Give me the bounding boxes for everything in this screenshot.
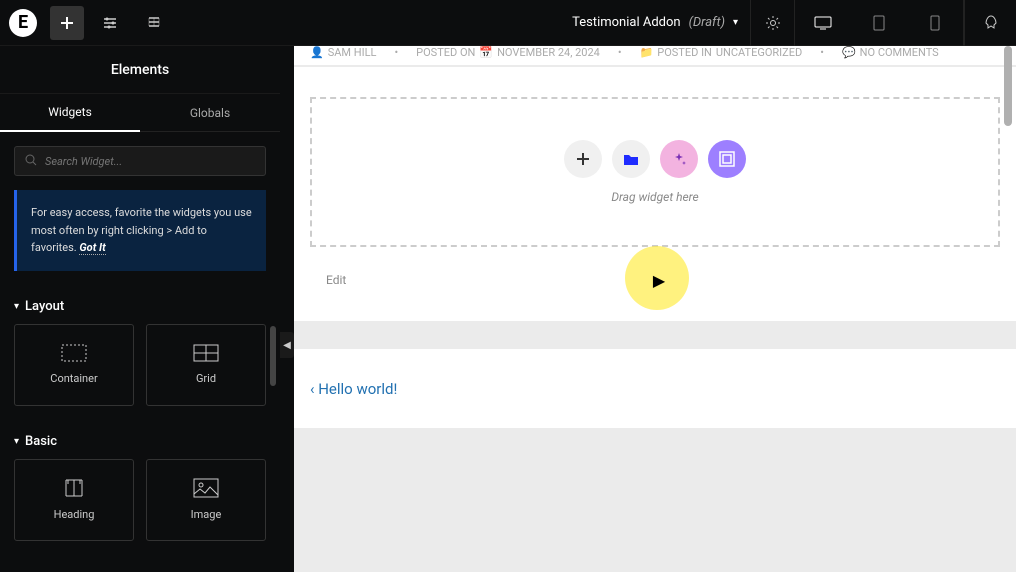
structure-button[interactable] <box>132 0 176 46</box>
footer-card: ‹ Hello world! <box>294 349 1016 428</box>
dropzone-actions <box>564 140 746 178</box>
top-bar: E Testimonial Addon (Draft) ▾ <box>0 0 1016 46</box>
page-title: Testimonial Addon <box>572 15 681 30</box>
tip-text: For easy access, favorite the widgets yo… <box>31 206 252 254</box>
date-meta: POSTED ON 📅 NOVEMBER 24, 2024 <box>416 46 600 59</box>
favorites-tip: For easy access, favorite the widgets yo… <box>14 190 266 271</box>
chevron-down-icon: ▾ <box>733 17 738 28</box>
section-layout-header[interactable]: Layout <box>0 289 280 324</box>
add-section-button[interactable] <box>564 140 602 178</box>
sidebar-title: Elements <box>0 46 280 94</box>
layout-widgets-grid: Container Grid <box>0 324 280 424</box>
publish-button[interactable] <box>964 0 1016 46</box>
sidebar-tabs: Widgets Globals <box>0 94 280 132</box>
collapse-sidebar-handle[interactable]: ◀ <box>280 332 294 358</box>
tablet-viewport-button[interactable] <box>851 0 907 46</box>
tab-widgets[interactable]: Widgets <box>0 94 140 132</box>
section-basic-header[interactable]: Basic <box>0 424 280 459</box>
drop-zone[interactable]: Drag widget here <box>310 97 1000 247</box>
desktop-viewport-button[interactable] <box>795 0 851 46</box>
settings-gear-button[interactable] <box>750 0 794 46</box>
widget-label: Image <box>191 508 222 521</box>
widget-label: Heading <box>54 508 95 521</box>
add-container-button[interactable] <box>708 140 746 178</box>
hello-world-link[interactable]: ‹ Hello world! <box>310 380 397 398</box>
search-widget-input[interactable] <box>14 146 266 176</box>
basic-widgets-grid: Heading Image <box>0 459 280 559</box>
widget-heading[interactable]: Heading <box>14 459 134 541</box>
widget-container[interactable]: Container <box>14 324 134 406</box>
canvas-scrollbar[interactable] <box>1004 46 1012 126</box>
site-settings-button[interactable] <box>88 0 132 46</box>
widget-grid[interactable]: Grid <box>146 324 266 406</box>
search-input[interactable] <box>45 155 255 168</box>
post-meta-strip: 👤 SAM HILL • POSTED ON 📅 NOVEMBER 24, 20… <box>294 46 1016 65</box>
elementor-logo[interactable]: E <box>0 0 46 46</box>
editor-main-card: Drag widget here Edit <box>294 67 1016 321</box>
mobile-viewport-button[interactable] <box>907 0 963 46</box>
search-icon <box>25 154 37 169</box>
sidebar: Elements Widgets Globals For easy access… <box>0 46 280 572</box>
got-it-link[interactable]: Got It <box>79 241 105 255</box>
widget-image[interactable]: Image <box>146 459 266 541</box>
drag-widget-label: Drag widget here <box>611 190 698 204</box>
canvas-area: 👤 SAM HILL • POSTED ON 📅 NOVEMBER 24, 20… <box>294 46 1016 572</box>
topbar-left: E <box>0 0 176 46</box>
add-element-button[interactable] <box>50 6 84 40</box>
edit-link[interactable]: Edit <box>310 247 1000 297</box>
page-status: (Draft) <box>689 15 725 30</box>
template-library-button[interactable] <box>612 140 650 178</box>
category-meta: 📁 POSTED IN UNCATEGORIZED <box>640 46 803 59</box>
widget-label: Grid <box>196 372 216 385</box>
ai-button[interactable] <box>660 140 698 178</box>
comments-meta: 💬 NO COMMENTS <box>842 46 939 59</box>
viewport-switcher <box>794 0 964 46</box>
widget-label: Container <box>50 372 97 385</box>
author-meta: 👤 SAM HILL <box>310 46 376 59</box>
page-title-group[interactable]: Testimonial Addon (Draft) ▾ <box>560 15 750 30</box>
sidebar-scrollbar[interactable] <box>270 326 276 386</box>
tab-globals[interactable]: Globals <box>140 94 280 132</box>
